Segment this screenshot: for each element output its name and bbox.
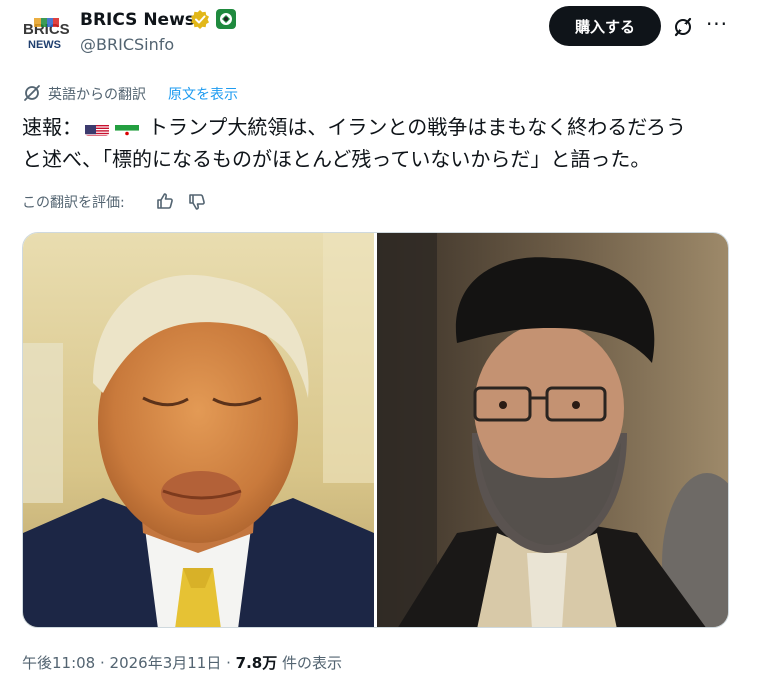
portrait-photo-right (377, 233, 728, 627)
more-icon[interactable]: ··· (704, 14, 730, 38)
tweet-date[interactable]: 2026年3月11日 (110, 654, 222, 672)
photo-left[interactable] (23, 233, 374, 627)
translated-from-label: 英語からの翻訳 (48, 87, 146, 103)
handle[interactable]: @BRICSinfo (80, 35, 174, 54)
photo-right[interactable] (377, 233, 728, 627)
meta-separator: · (221, 654, 236, 672)
subscribe-button[interactable]: 購入する (549, 6, 661, 46)
tweet-line-1-text: トランプ大統領は、イランとの戦争はまもなく終わるだろう (148, 115, 686, 139)
translate-icon (22, 83, 42, 103)
thumbs-up-icon[interactable] (155, 191, 175, 211)
views-label: 件の表示 (277, 654, 343, 672)
thumbs-down-icon[interactable] (187, 192, 207, 212)
tweet-meta: 午後11:08 · 2026年3月11日 · 7.8万 件の表示 (22, 652, 342, 673)
avatar-text-bottom: NEWS (28, 39, 61, 51)
grok-icon[interactable] (671, 15, 695, 39)
iran-flag-icon (115, 119, 139, 136)
show-original-link[interactable]: 原文を表示 (168, 84, 238, 104)
avatar[interactable]: BRICS NEWS (20, 10, 72, 58)
affiliate-badge-icon[interactable] (216, 9, 236, 29)
tweet-line-2-text: と述べ、「標的になるものがほとんど残っていないからだ」と語った。 (22, 147, 651, 171)
tweet-time[interactable]: 午後11:08 (22, 654, 95, 672)
media-grid (22, 232, 729, 628)
tweet-text: 速報： トランプ大統領は、イランとの戦争はまもなく終わるだろう と述べ、「標的に… (22, 111, 742, 175)
us-flag-icon (85, 119, 109, 136)
display-name[interactable]: BRICS News (80, 10, 195, 30)
meta-separator: · (95, 654, 110, 672)
tweet-text-line-1: 速報： トランプ大統領は、イランとの戦争はまもなく終わるだろう (22, 111, 742, 143)
tweet-prefix: 速報： (22, 115, 82, 139)
rate-translation-label: この翻訳を評価: (22, 195, 125, 211)
brics-logo: BRICS NEWS (23, 18, 70, 51)
portrait-photo-left (23, 233, 374, 627)
views-count: 7.8万 (235, 654, 278, 672)
verified-icon[interactable] (190, 9, 210, 29)
tweet-text-line-2: と述べ、「標的になるものがほとんど残っていないからだ」と語った。 (22, 143, 742, 175)
